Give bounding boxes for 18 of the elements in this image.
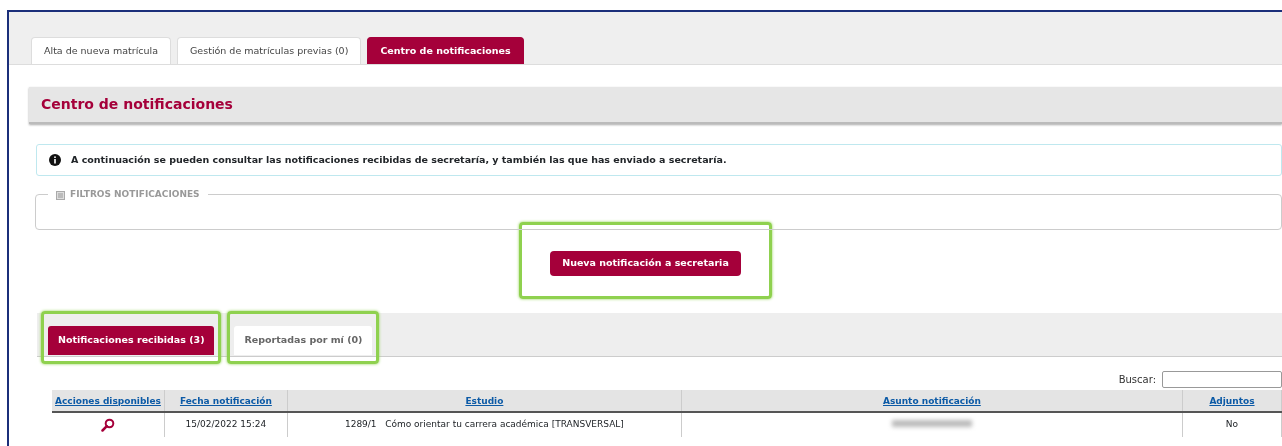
search-icon[interactable] bbox=[100, 418, 115, 432]
expand-icon[interactable] bbox=[56, 190, 65, 200]
tab[interactable]: Reportadas por mí (0) bbox=[234, 326, 373, 355]
tab[interactable]: Centro de notificaciones bbox=[367, 36, 524, 64]
info-icon bbox=[49, 154, 61, 167]
search-field[interactable] bbox=[1162, 370, 1282, 388]
section-title: Centro de notificaciones bbox=[29, 87, 1282, 124]
tab[interactable]: Alta de nueva matrícula bbox=[31, 36, 171, 64]
new-notification-button[interactable]: Nueva notificación a secretaria bbox=[550, 251, 741, 276]
search-label: Buscar: bbox=[1118, 372, 1156, 387]
table-cell: 1289/1 Cómo orientar tu carrera académica [TRANSVERSAL] bbox=[287, 412, 682, 437]
column-header[interactable]: Asunto notificación bbox=[883, 395, 981, 406]
column-header[interactable]: Estudio bbox=[465, 395, 504, 406]
table-cell: 15/02/2022 15:24 bbox=[164, 412, 288, 437]
info-message: A continuación se pueden consultar las notificaciones recibidas de secretaría, y también las que has enviado a secretaría. bbox=[71, 153, 727, 167]
tab[interactable]: Notificaciones recibidas (3) bbox=[48, 326, 215, 355]
tab[interactable]: Gestión de matrículas previas (0) bbox=[177, 36, 362, 64]
table-cell: No bbox=[1182, 412, 1282, 437]
